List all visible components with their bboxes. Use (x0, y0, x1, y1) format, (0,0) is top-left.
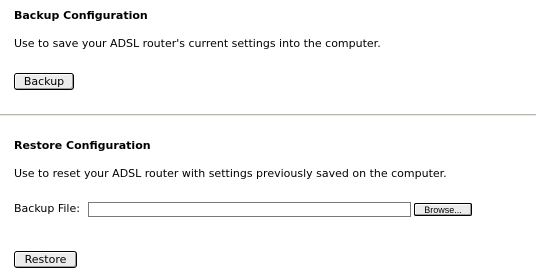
section-divider (0, 114, 536, 116)
backup-file-label: Backup File: (14, 202, 80, 215)
restore-description: Use to reset your ADSL router with setti… (14, 167, 447, 180)
backup-button[interactable]: Backup (14, 73, 74, 90)
backup-file-input[interactable] (88, 202, 411, 217)
restore-button[interactable]: Restore (14, 251, 77, 268)
restore-heading: Restore Configuration (14, 139, 151, 152)
backup-heading: Backup Configuration (14, 9, 148, 22)
browse-button[interactable]: Browse... (414, 203, 472, 216)
backup-description: Use to save your ADSL router's current s… (14, 37, 381, 50)
